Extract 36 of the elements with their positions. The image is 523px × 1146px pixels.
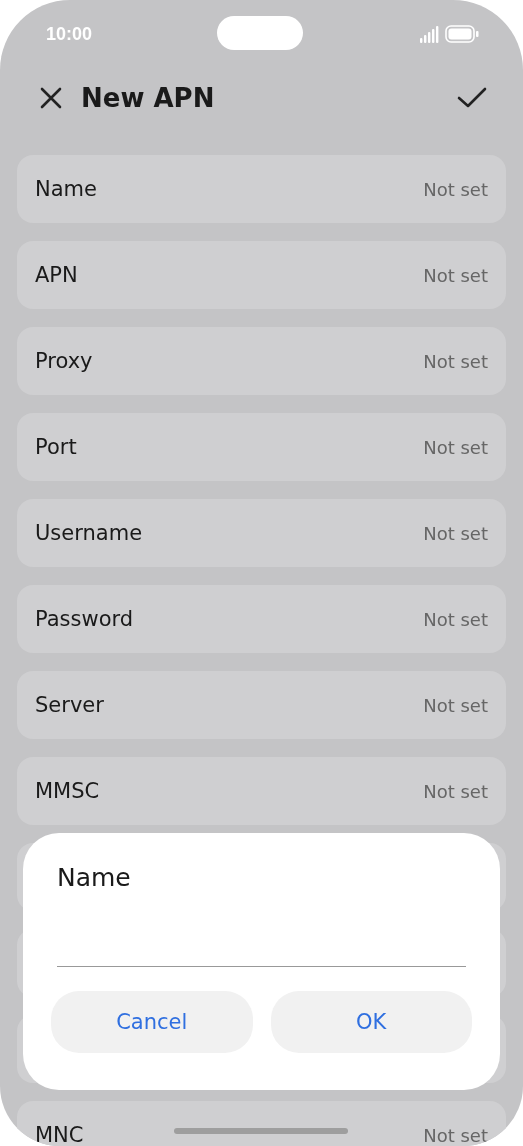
row-label: MMSC [35,779,100,803]
settings-row[interactable]: Port Not set [17,413,506,481]
status-time: 10:00 [46,23,93,45]
row-value: Not set [423,1124,488,1146]
battery-icon [445,25,479,43]
page-title: New APN [81,83,215,113]
row-label: MNC [35,1123,84,1146]
dialog-button[interactable]: OK [270,991,472,1053]
settings-row[interactable]: Server Not set [17,671,506,739]
row-label: Port [35,435,77,459]
settings-row[interactable]: Name Not set [17,155,506,223]
row-label: Proxy [35,349,93,373]
settings-row[interactable]: APN Not set [17,241,506,309]
row-label: Server [35,693,104,717]
row-value: Not set [423,436,488,458]
row-value: Not set [423,522,488,544]
close-icon[interactable] [40,87,62,109]
row-label: Name [35,177,97,201]
settings-row[interactable]: MMSC Not set [17,757,506,825]
settings-row[interactable]: MNC Not set [17,1101,506,1146]
settings-row[interactable]: Proxy Not set [17,327,506,395]
row-label: APN [35,263,78,287]
row-value: Not set [423,264,488,286]
row-value: Not set [423,178,488,200]
settings-row[interactable]: Username Not set [17,499,506,567]
dialog-title: Name [57,863,132,892]
row-label: Username [35,521,143,545]
row-value: Not set [423,350,488,372]
checkmark-icon[interactable] [457,87,487,109]
row-value: Not set [423,780,488,802]
row-value: Not set [423,608,488,630]
signal-icon [420,25,439,43]
dialog-button[interactable]: Cancel [51,991,253,1053]
settings-row[interactable]: Password Not set [17,585,506,653]
row-label: Password [35,607,134,631]
row-value: Not set [423,694,488,716]
